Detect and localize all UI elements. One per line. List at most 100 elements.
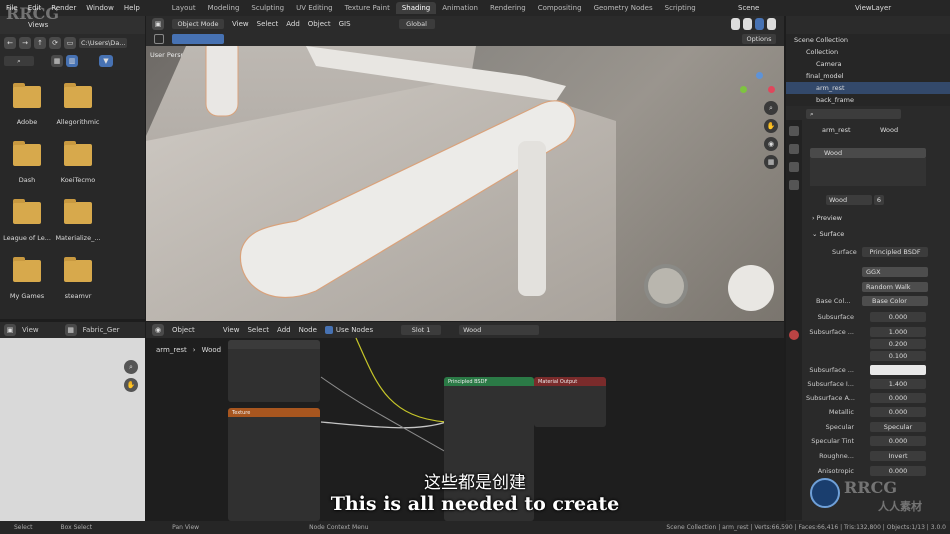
axis-x-icon[interactable] <box>768 86 775 93</box>
vp-menu-select[interactable]: Select <box>257 20 279 28</box>
scene-tab-icon[interactable] <box>789 180 799 190</box>
image-editor-type-icon[interactable]: ▣ <box>4 324 16 336</box>
property-value-field[interactable]: Specular <box>870 422 926 432</box>
pan-hand-icon[interactable]: ✋ <box>764 119 778 133</box>
transform-orientation[interactable]: Global <box>398 19 435 29</box>
folder-item[interactable]: Materialize_... <box>48 199 108 242</box>
new-folder-icon[interactable]: ▭ <box>64 37 76 49</box>
image-name[interactable]: Fabric_Ger <box>83 326 120 334</box>
tab-modeling[interactable]: Modeling <box>202 2 246 14</box>
material-tab-icon[interactable] <box>789 330 799 340</box>
property-value-field[interactable]: 0.200 <box>870 339 926 349</box>
parent-dir-icon[interactable]: ↑ <box>34 37 46 49</box>
image-editor-view-menu[interactable]: View <box>22 326 39 334</box>
3d-viewport[interactable]: User Perspective ⌕ ✋ ◉ ▦ <box>146 46 784 321</box>
vp-menu-object[interactable]: Object <box>308 20 331 28</box>
vp-menu-add[interactable]: Add <box>286 20 300 28</box>
folder-icon <box>64 257 92 282</box>
surface-shader-dropdown[interactable]: Principled BSDF <box>862 247 928 257</box>
shading-wire-icon[interactable] <box>731 18 740 30</box>
status-pan-view: Pan View <box>172 524 200 531</box>
axis-z-icon[interactable] <box>756 72 763 79</box>
folder-item[interactable]: steamvr <box>48 257 108 300</box>
tab-layout[interactable]: Layout <box>166 2 202 14</box>
distribution-dropdown[interactable]: GGX <box>862 267 928 277</box>
status-bar: Select Box Select Pan View Node Context … <box>0 521 950 534</box>
tab-sculpting[interactable]: Sculpting <box>245 2 290 14</box>
tab-shading[interactable]: Shading <box>395 2 437 14</box>
tab-animation[interactable]: Animation <box>436 2 484 14</box>
pan-hand-icon[interactable]: ✋ <box>124 378 138 392</box>
property-value-field[interactable]: 0.000 <box>870 436 926 446</box>
outliner-row[interactable]: Collection <box>786 46 950 58</box>
status-select: Select <box>14 524 33 531</box>
property-value-field[interactable]: 0.000 <box>870 393 926 403</box>
property-value-field[interactable] <box>870 365 926 375</box>
property-value-field[interactable]: 1.400 <box>870 379 926 389</box>
outliner-root[interactable]: Scene Collection <box>786 34 950 46</box>
tab-texture-paint[interactable]: Texture Paint <box>339 2 396 14</box>
outliner-row[interactable]: back_frame <box>786 94 950 106</box>
menu-window[interactable]: Window <box>86 4 114 12</box>
material-output-node[interactable]: Material Output <box>534 377 606 427</box>
folder-icon <box>13 199 41 224</box>
material-slot-item[interactable]: Wood <box>810 148 926 158</box>
display-thumb-icon[interactable]: ▥ <box>66 55 78 67</box>
properties-search[interactable]: ⌕ <box>806 109 901 119</box>
display-grid-icon[interactable]: ▦ <box>51 55 63 67</box>
shading-solid-icon[interactable] <box>743 18 752 30</box>
property-row: Specular Tint 0.000 <box>806 435 950 447</box>
tab-compositing[interactable]: Compositing <box>532 2 588 14</box>
zoom-icon[interactable]: ⌕ <box>764 101 778 115</box>
folder-item[interactable]: Allegorithmic <box>48 83 108 126</box>
material-slot-list[interactable] <box>810 158 926 186</box>
select-mode-buttons[interactable] <box>172 34 224 44</box>
forward-arrow-icon[interactable]: → <box>19 37 31 49</box>
tab-uv-editing[interactable]: UV Editing <box>290 2 339 14</box>
surface-panel-header[interactable]: ⌄ Surface <box>812 230 844 238</box>
vp-menu-gis[interactable]: GIS <box>339 20 351 28</box>
grid-view-icon[interactable]: ▦ <box>764 155 778 169</box>
tab-rendering[interactable]: Rendering <box>484 2 532 14</box>
filter-icon[interactable]: ▼ <box>99 55 113 67</box>
render-tab-icon[interactable] <box>789 144 799 154</box>
folder-item[interactable]: KoeiTecmo <box>48 141 108 184</box>
camera-view-icon[interactable]: ◉ <box>764 137 778 151</box>
material-field[interactable]: Wood <box>826 195 872 205</box>
output-tab-icon[interactable] <box>789 162 799 172</box>
shading-render-icon[interactable] <box>767 18 776 30</box>
preview-panel-header[interactable]: › Preview <box>812 214 842 222</box>
search-input[interactable]: ⌕ <box>4 56 34 66</box>
property-row: Subsurface 0.000 <box>806 311 950 323</box>
scene-name[interactable]: Scene <box>738 4 759 12</box>
options-dropdown[interactable]: Options <box>742 34 776 44</box>
tab-scripting[interactable]: Scripting <box>659 2 702 14</box>
editor-type-icon[interactable]: ▣ <box>152 18 164 30</box>
property-value-field[interactable]: Invert <box>870 451 926 461</box>
view-layer-name[interactable]: ViewLayer <box>855 4 891 12</box>
material-users[interactable]: 6 <box>874 195 884 205</box>
image-browse-icon[interactable]: ▦ <box>64 324 77 336</box>
subsurface-method-dropdown[interactable]: Random Walk <box>862 282 928 292</box>
property-value-field[interactable]: 0.000 <box>870 312 926 322</box>
tab-geometry-nodes[interactable]: Geometry Nodes <box>588 2 659 14</box>
property-value-field[interactable]: 0.000 <box>870 407 926 417</box>
image-texture-node[interactable] <box>228 340 320 402</box>
property-value-field[interactable]: 0.100 <box>870 351 926 361</box>
shading-material-icon[interactable] <box>755 18 764 30</box>
vp-menu-view[interactable]: View <box>232 20 249 28</box>
outliner-row[interactable]: final_model <box>786 70 950 82</box>
outliner-row-selected[interactable]: arm_rest <box>786 82 950 94</box>
back-arrow-icon[interactable]: ← <box>4 37 16 49</box>
menu-help[interactable]: Help <box>124 4 140 12</box>
mode-dropdown[interactable]: Object Mode <box>172 19 224 29</box>
outliner-row[interactable]: Camera <box>786 58 950 70</box>
refresh-icon[interactable]: ⟳ <box>49 37 61 49</box>
tool-tab-icon[interactable] <box>789 126 799 136</box>
path-field[interactable]: C:\Users\Da... <box>79 38 127 48</box>
base-color-link[interactable]: Base Color <box>862 296 928 306</box>
property-value-field[interactable]: 1.000 <box>870 327 926 337</box>
toolbar-toggle-icon[interactable] <box>154 34 164 44</box>
zoom-icon[interactable]: ⌕ <box>124 360 138 374</box>
axis-y-icon[interactable] <box>740 86 747 93</box>
